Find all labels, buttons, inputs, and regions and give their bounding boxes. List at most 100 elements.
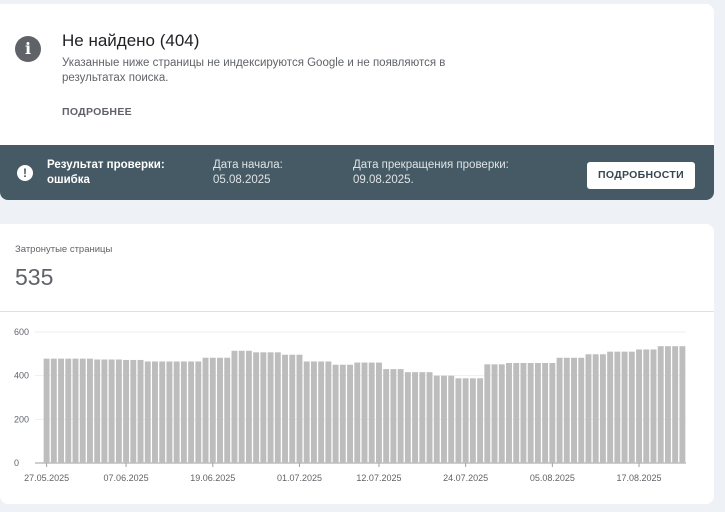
bar <box>462 378 469 463</box>
bar <box>542 363 549 463</box>
bar <box>209 357 216 463</box>
bar <box>282 354 288 463</box>
warning-icon: ! <box>17 165 33 181</box>
bar <box>94 359 101 463</box>
y-tick-label: 600 <box>14 327 29 337</box>
bar <box>173 361 180 463</box>
bar <box>65 358 72 463</box>
bar <box>441 375 447 463</box>
affected-pages-chart: 0 200 400 600 27.05.2025 07.06.2025 19.06.2025… <box>14 327 686 483</box>
affected-pages-card: Затронутые страницы 535 0 200 400 600 27.05.… <box>0 224 714 504</box>
x-tick-label: 27.05.2025 <box>24 473 69 483</box>
bar <box>253 352 260 463</box>
issue-description: Указанные ниже страницы не индексируются… <box>62 57 446 84</box>
bar <box>628 351 635 463</box>
details-button[interactable]: ПОДРОБНОСТИ <box>587 162 695 189</box>
bar <box>585 354 592 463</box>
bar <box>433 375 440 463</box>
bar <box>260 352 267 463</box>
bar <box>224 357 231 463</box>
bar <box>267 352 274 463</box>
info-icon: i <box>15 36 41 62</box>
bar <box>115 359 122 463</box>
bar <box>50 358 57 463</box>
bar <box>664 346 671 463</box>
bar <box>72 358 79 463</box>
bar <box>180 361 187 463</box>
x-tick-label: 01.07.2025 <box>277 473 322 483</box>
bar <box>650 349 657 463</box>
bar <box>87 358 93 463</box>
bar <box>79 358 86 463</box>
bar <box>274 352 281 463</box>
bar <box>527 363 534 463</box>
bar <box>152 361 158 463</box>
bar <box>108 359 115 463</box>
bar <box>506 363 512 463</box>
bar <box>231 350 238 463</box>
bar <box>607 351 614 463</box>
x-tick-label: 24.07.2025 <box>443 473 488 483</box>
bar <box>166 361 173 463</box>
bar <box>217 357 223 463</box>
metric-value: 535 <box>15 264 54 290</box>
bar <box>419 372 426 463</box>
bar <box>238 350 245 463</box>
learn-more-link[interactable]: ПОДРОБНЕЕ <box>62 106 132 118</box>
bar <box>339 364 346 463</box>
bar <box>657 346 664 463</box>
x-tick-label: 12.07.2025 <box>356 473 401 483</box>
bar <box>412 372 419 463</box>
bar <box>137 359 144 463</box>
bar <box>310 361 317 463</box>
bar <box>498 364 505 463</box>
bar <box>43 358 50 463</box>
bar <box>58 358 65 463</box>
y-tick-label: 200 <box>14 414 29 424</box>
bar <box>621 351 628 463</box>
bar <box>563 357 570 463</box>
bar <box>599 354 606 463</box>
bar <box>347 364 354 463</box>
bar <box>636 349 642 463</box>
bar <box>448 375 455 463</box>
bar <box>159 361 166 463</box>
y-tick-label: 0 <box>14 458 19 468</box>
x-tick-label: 05.08.2025 <box>530 473 575 483</box>
bar <box>289 354 296 463</box>
bar <box>123 359 130 463</box>
bar <box>534 363 541 463</box>
bar <box>130 359 137 463</box>
bar <box>188 361 195 463</box>
bar <box>484 364 491 463</box>
bar <box>455 378 462 463</box>
bar <box>592 354 599 463</box>
validation-status-bar: ! Результат проверки: ошибка Дата начала… <box>0 145 714 200</box>
bar <box>245 350 252 463</box>
bar <box>578 357 585 463</box>
issue-card: i Не найдено (404) Указанные ниже страни… <box>0 4 714 200</box>
bar <box>368 362 375 463</box>
bar <box>404 372 411 463</box>
bar <box>354 362 361 463</box>
bar <box>520 363 527 463</box>
metric-label: Затронутые страницы <box>15 244 113 255</box>
bar <box>556 357 563 463</box>
bar <box>397 369 404 463</box>
bar <box>390 369 397 463</box>
bar <box>513 363 520 463</box>
bar <box>679 346 686 463</box>
x-tick-label: 19.06.2025 <box>190 473 235 483</box>
bar <box>361 362 368 463</box>
bar <box>469 378 476 463</box>
issue-title: Не найдено (404) <box>62 31 200 50</box>
bar <box>614 351 621 463</box>
bar <box>375 362 382 463</box>
x-tick-label: 17.08.2025 <box>617 473 662 483</box>
bar <box>303 361 310 463</box>
bar <box>383 369 390 463</box>
y-tick-label: 400 <box>14 371 29 381</box>
bar <box>101 359 108 463</box>
bar <box>571 357 577 463</box>
validation-status: Результат проверки: ошибка <box>47 159 165 186</box>
